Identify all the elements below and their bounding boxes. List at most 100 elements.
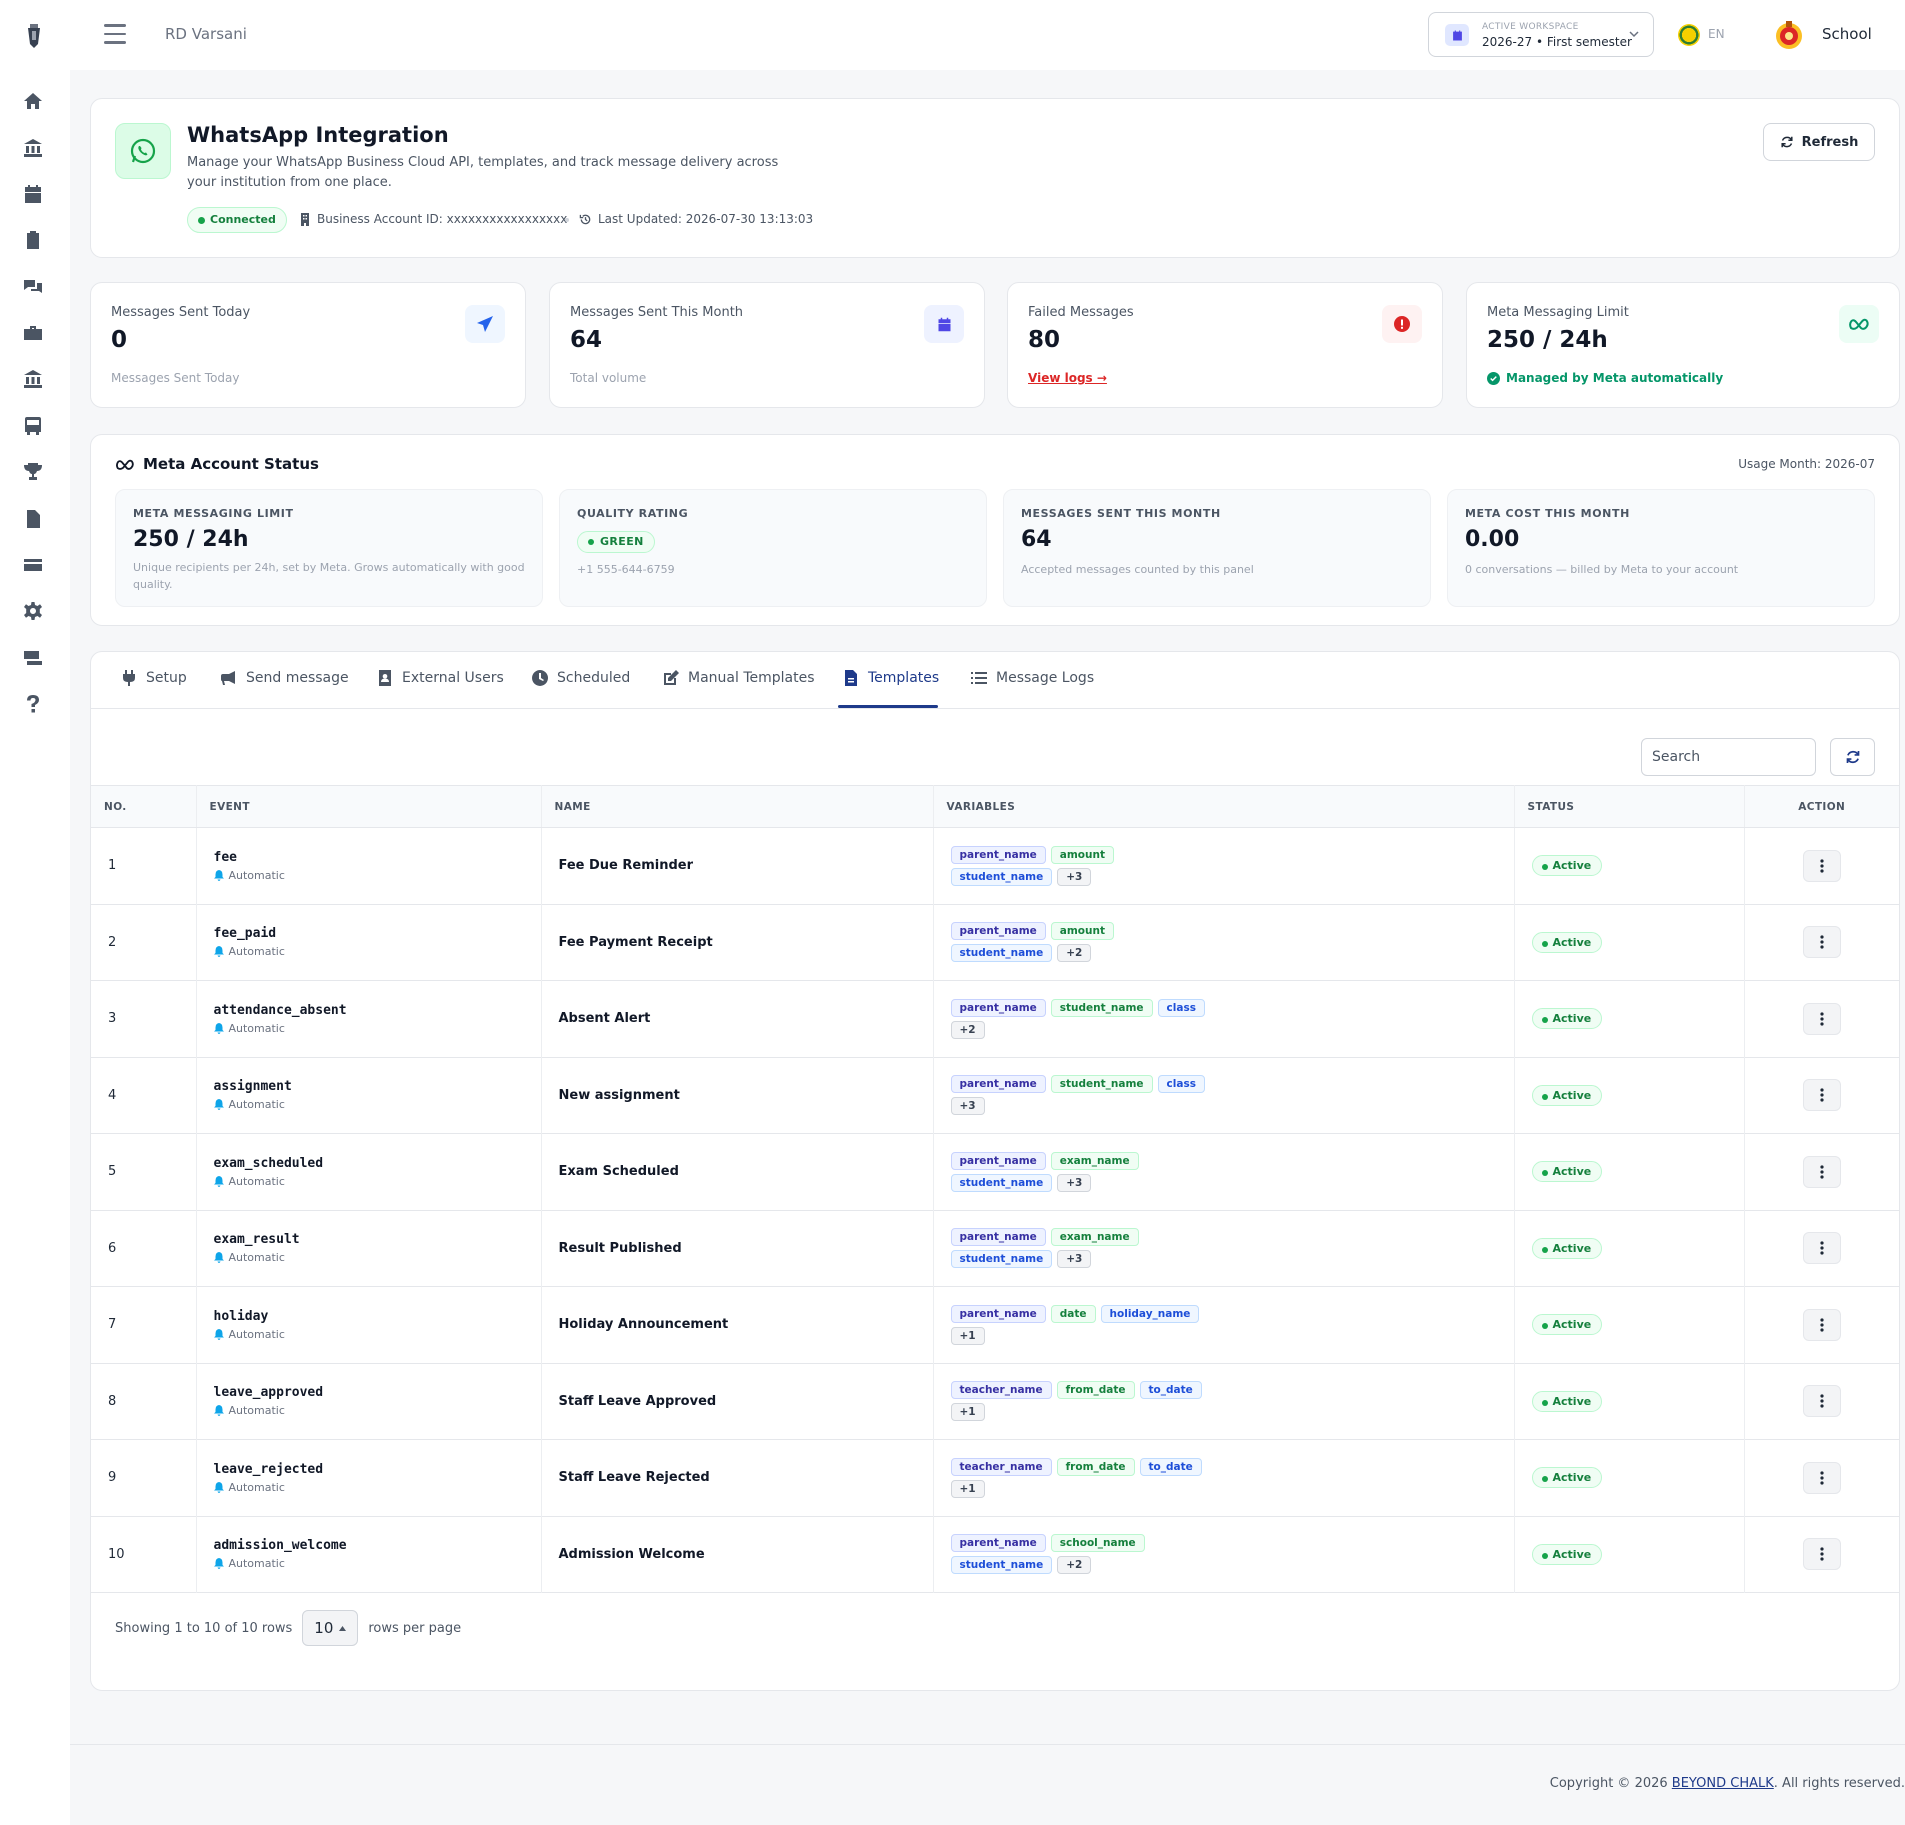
table-row[interactable]: 3 attendance_absent Automatic Absent Ale… [91, 980, 1899, 1057]
row-number: 4 [91, 1057, 197, 1134]
row-actions-button[interactable] [1802, 1538, 1841, 1571]
row-actions-button[interactable] [1802, 926, 1841, 959]
sidebar-item-transport[interactable] [10, 410, 56, 442]
calendar-icon [25, 185, 41, 203]
search-input[interactable] [1641, 738, 1816, 776]
tab-send-message[interactable]: Send message [221, 670, 349, 686]
event-name: exam_scheduled [213, 1155, 324, 1171]
school-logo-avatar[interactable] [1774, 18, 1804, 52]
template-name: New assignment [541, 1057, 934, 1134]
view-logs-link[interactable]: View logs → [1028, 371, 1107, 385]
tab-external-users[interactable]: External Users [377, 670, 504, 686]
event-name: holiday [213, 1308, 269, 1324]
tab-message-logs[interactable]: Message Logs [971, 670, 1094, 686]
stat-subtext: Total volume [570, 371, 647, 385]
sidebar-item-settings[interactable] [10, 595, 56, 627]
sidebar-item-clipboard[interactable] [10, 224, 56, 256]
page-size-select[interactable]: 10 [302, 1610, 359, 1646]
column-header[interactable]: NO. [91, 785, 197, 828]
separator-dot [565, 218, 569, 222]
meta-account-status-card: Meta Account Status Usage Month: 2026-07… [90, 434, 1900, 626]
event-cell: fee_paid Automatic [196, 904, 542, 981]
meta-box-desc: Unique recipients per 24h, set by Meta. … [133, 561, 525, 591]
footer-divider [70, 1744, 1905, 1745]
row-actions-button[interactable] [1802, 1155, 1841, 1188]
trigger-label: Automatic [228, 1557, 285, 1571]
meta-box-value: 0.00 [1465, 527, 1520, 552]
variables-cell: parent_name exam_name student_name +3 [933, 1210, 1515, 1287]
language-selector[interactable]: EN [1708, 27, 1725, 41]
table-row[interactable]: 1 fee Automatic Fee Due Reminder parent_… [91, 827, 1899, 904]
row-actions-button[interactable] [1802, 1079, 1841, 1112]
tab-templates[interactable]: Templates [843, 670, 939, 686]
bell-icon [213, 1022, 224, 1034]
card-icon [24, 559, 42, 571]
chevron-down-icon [1629, 31, 1639, 38]
table-row[interactable]: 9 leave_rejected Automatic Staff Leave R… [91, 1439, 1899, 1516]
row-actions-button[interactable] [1802, 1002, 1841, 1035]
variable-tag: parent_name [950, 1228, 1046, 1247]
sidebar-item-bank[interactable] [10, 132, 56, 164]
sidebar-item-payments[interactable] [10, 549, 56, 581]
row-actions-button[interactable] [1802, 1232, 1841, 1265]
column-header[interactable]: EVENT [196, 785, 542, 828]
reload-button[interactable] [1830, 738, 1875, 776]
sidebar-item-finance[interactable] [10, 642, 56, 674]
sidebar-item-chat[interactable] [10, 271, 56, 303]
workspace-selector[interactable]: ACTIVE WORKSPACE 2026-27 • First semeste… [1428, 12, 1654, 57]
sidebar-item-achievements[interactable] [10, 456, 56, 488]
tab-manual-templates[interactable]: Manual Templates [663, 670, 815, 686]
trigger-label: Automatic [228, 1404, 285, 1418]
column-header[interactable]: VARIABLES [933, 785, 1515, 828]
row-actions-button[interactable] [1802, 1385, 1841, 1418]
column-header[interactable]: STATUS [1514, 785, 1745, 828]
status-cell: Active [1514, 1439, 1745, 1516]
tab-setup[interactable]: Setup [121, 670, 187, 686]
table-row[interactable]: 7 holiday Automatic Holiday Announcement… [91, 1286, 1899, 1363]
user-name[interactable]: School [1822, 25, 1872, 43]
app-logo-icon[interactable] [24, 22, 44, 50]
row-actions-button[interactable] [1802, 1461, 1841, 1494]
trigger-label: Automatic [228, 945, 285, 959]
row-actions-button[interactable] [1802, 1308, 1841, 1341]
refresh-button[interactable]: Refresh [1763, 123, 1875, 161]
table-row[interactable]: 6 exam_result Automatic Result Published… [91, 1210, 1899, 1287]
sidebar-item-help[interactable] [10, 688, 56, 720]
event-cell: attendance_absent Automatic [196, 980, 542, 1057]
stat-label: Messages Sent This Month [570, 305, 744, 320]
meta-box-value: 64 [1021, 527, 1052, 552]
table-row[interactable]: 8 leave_approved Automatic Staff Leave A… [91, 1363, 1899, 1440]
flag-icon[interactable] [1678, 24, 1700, 46]
footer: Copyright © 2026 BEYOND CHALK. All right… [1550, 1776, 1905, 1791]
column-header[interactable]: NAME [541, 785, 934, 828]
brand-link[interactable]: BEYOND CHALK [1672, 1776, 1774, 1791]
row-actions-button[interactable] [1802, 849, 1841, 882]
table-row[interactable]: 5 exam_scheduled Automatic Exam Schedule… [91, 1133, 1899, 1210]
menu-toggle-icon[interactable] [104, 24, 126, 44]
meta-box-label: META COST THIS MONTH [1465, 507, 1630, 520]
refresh-label: Refresh [1801, 134, 1859, 150]
table-row[interactable]: 4 assignment Automatic New assignment pa… [91, 1057, 1899, 1134]
sidebar-item-documents[interactable] [10, 503, 56, 535]
bell-icon [213, 1328, 224, 1340]
meta-box-desc: 0 conversations — billed by Meta to your… [1465, 563, 1739, 576]
variable-tag: student_name [1050, 1075, 1153, 1094]
sidebar-item-briefcase[interactable] [10, 317, 56, 349]
variable-tag: student_name [950, 1250, 1053, 1269]
sidebar-item-institution[interactable] [10, 363, 56, 395]
table-row[interactable]: 2 fee_paid Automatic Fee Payment Receipt… [91, 904, 1899, 981]
event-trigger: Automatic [213, 1328, 541, 1341]
sidebar-item-calendar[interactable] [10, 178, 56, 210]
tab-scheduled[interactable]: Scheduled [532, 670, 630, 686]
table-row[interactable]: 10 admission_welcome Automatic Admission… [91, 1516, 1899, 1593]
kebab-menu-icon [1820, 1394, 1824, 1408]
tab-label: External Users [402, 670, 504, 686]
sidebar-item-home[interactable] [10, 85, 56, 117]
stat-card-meta-limit: Meta Messaging Limit 250 / 24h Managed b… [1466, 282, 1900, 408]
event-trigger: Automatic [213, 1175, 541, 1188]
alert-icon [1382, 305, 1422, 343]
bell-icon [213, 1481, 224, 1493]
event-trigger: Automatic [213, 869, 541, 882]
footer-prefix: Copyright © 2026 [1549, 1776, 1672, 1791]
variable-tag: to_date [1139, 1457, 1202, 1476]
